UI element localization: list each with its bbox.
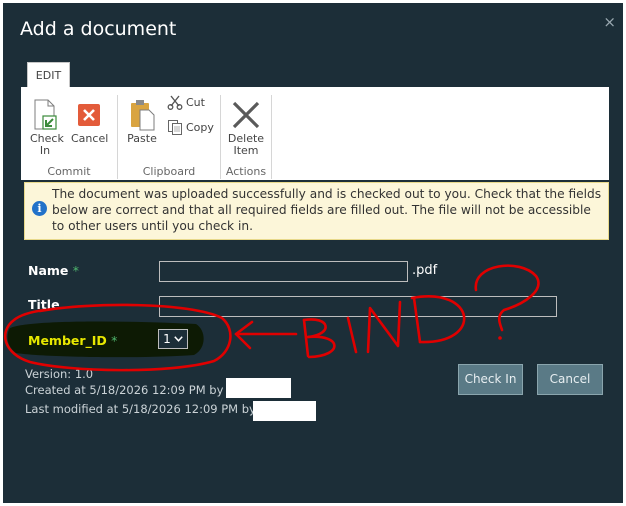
red-annotation xyxy=(3,264,540,372)
